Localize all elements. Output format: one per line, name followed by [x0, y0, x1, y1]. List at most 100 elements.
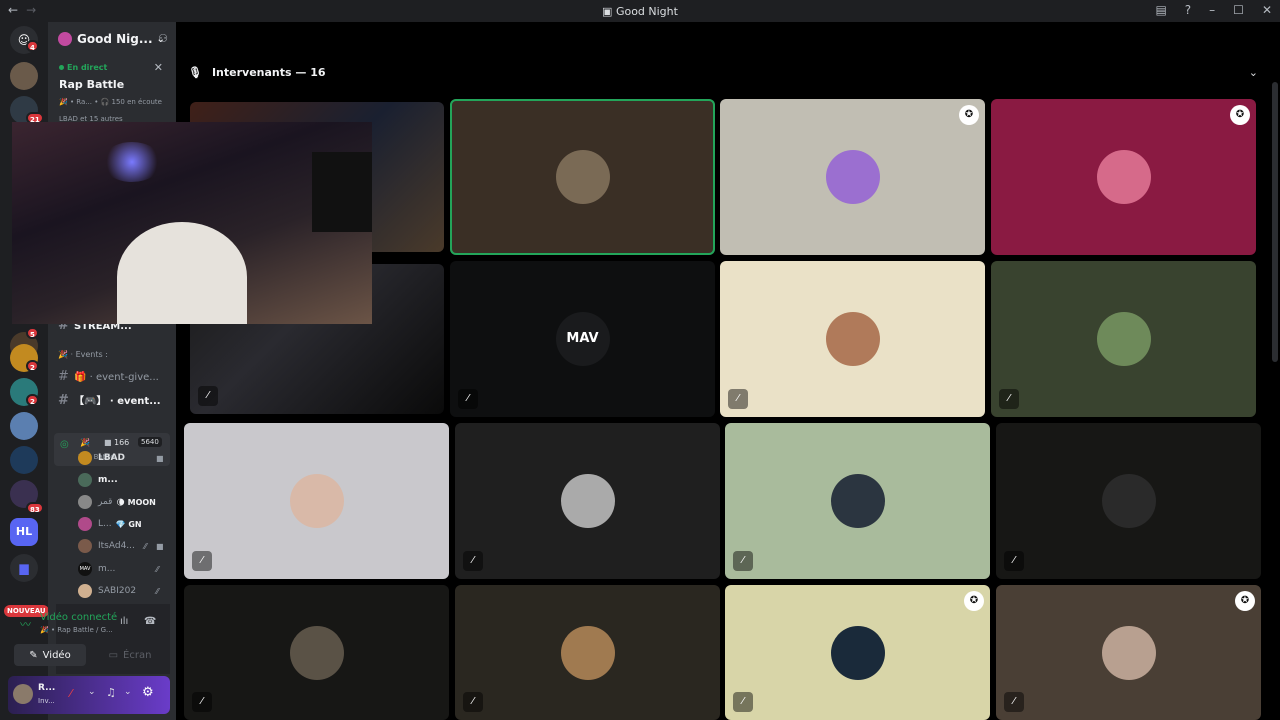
inbox-icon[interactable]: ▤	[1155, 3, 1166, 17]
voice-user-5[interactable]: MAV m... ⁄⁄	[78, 562, 159, 576]
picture-in-picture-stream[interactable]	[12, 122, 372, 324]
channel-event-give[interactable]: # 🎁 · event-give...	[58, 369, 159, 384]
server-badge-5: 5	[26, 327, 39, 339]
voice-user-1[interactable]: m...	[78, 473, 118, 487]
avatar	[289, 625, 344, 680]
moderator-shield-icon: ✪	[959, 105, 979, 125]
noise-suppression-icon[interactable]: ılı	[120, 616, 128, 627]
hash-icon: #	[58, 393, 69, 408]
disconnect-icon[interactable]: ☎	[144, 616, 156, 627]
participant-tile[interactable]: ✪	[720, 99, 985, 255]
server-icon-hl[interactable]: HL	[10, 518, 38, 546]
mic-muted-icon: ⁄	[733, 692, 753, 712]
streamer-figure	[117, 222, 247, 324]
scrollbar[interactable]	[1272, 82, 1278, 362]
voice-status[interactable]: Vidéo connecté	[40, 612, 117, 623]
server-badge-83: 83	[26, 502, 44, 514]
participant-tile[interactable]: ⁄	[455, 585, 720, 720]
active-channel-count2: 5640	[138, 437, 162, 447]
camera-icon: ■	[104, 438, 112, 447]
video-off-icon: ✎	[29, 649, 38, 661]
mic-muted-icon: ⁄	[192, 692, 212, 712]
category-events[interactable]: 🎉 · Events :	[58, 350, 108, 359]
stage-icon: ▣	[602, 5, 616, 18]
camera-icon: ■	[156, 541, 164, 551]
server-icon-1[interactable]	[10, 62, 38, 90]
hash-icon: #	[58, 369, 69, 384]
folder-icon[interactable]: ▆	[10, 554, 38, 582]
speakers-header: 🎙 Intervenants — 16	[188, 66, 326, 79]
mic-muted-icon[interactable]: ⁄	[70, 687, 72, 700]
participant-tile[interactable]: ⁄	[184, 585, 449, 720]
moderator-shield-icon: ✪	[1235, 591, 1255, 611]
channel-event-bracket[interactable]: # 【🎮】 · event...	[58, 392, 161, 408]
mic-muted-icon: ⁄	[1004, 551, 1024, 571]
close-window-button[interactable]: ✕	[1262, 3, 1272, 17]
avatar	[560, 474, 615, 528]
stage-title: Rap Battle	[59, 78, 125, 91]
video-button[interactable]: ✎ Vidéo	[14, 644, 86, 666]
avatar	[830, 625, 885, 680]
guild-header[interactable]: Good Nig... ⌄ ⚇	[48, 22, 176, 56]
server-icon-7[interactable]	[10, 446, 38, 474]
mic-muted-icon: ⁄	[728, 389, 748, 409]
guild-name: Good Nig...	[77, 32, 153, 46]
neon-light-decoration	[102, 142, 162, 182]
participant-tile[interactable]: ⁄	[725, 423, 990, 579]
avatar	[78, 473, 92, 487]
moderator-shield-icon: ✪	[1230, 105, 1250, 125]
close-icon[interactable]: ✕	[154, 61, 163, 74]
add-user-icon[interactable]: ⚇	[158, 32, 168, 45]
participant-tile[interactable]: ⁄	[184, 423, 449, 579]
chevron-down-icon[interactable]: ⌄	[124, 687, 132, 697]
minimize-button[interactable]: –	[1209, 3, 1215, 17]
avatar	[830, 474, 885, 528]
voice-user-2[interactable]: قمر 🌘 MOON	[78, 495, 156, 509]
avatar	[825, 150, 880, 204]
chevron-down-icon[interactable]: ⌄	[88, 687, 96, 697]
participant-tile[interactable]: ⁄	[991, 261, 1256, 417]
screen-share-button[interactable]: ▭ Écran	[92, 644, 168, 666]
voice-channel-path: 🎉 • Rap Battle / G...	[40, 626, 113, 634]
mentions-badge: 4	[26, 40, 39, 52]
active-channel-count: 166	[114, 438, 130, 447]
avatar: MAV	[555, 312, 610, 366]
participant-tile[interactable]: ✪ ⁄	[996, 585, 1261, 720]
participant-tile[interactable]: ✪ ⁄	[725, 585, 990, 720]
camera-icon: ■	[156, 453, 164, 463]
voice-user-3[interactable]: L... 💎 GN	[78, 517, 142, 531]
mic-muted-icon: ⁄	[999, 389, 1019, 409]
user-tag: 💎 GN	[115, 519, 142, 529]
participant-tile[interactable]	[450, 99, 715, 255]
headset-icon[interactable]: ♫	[106, 686, 116, 699]
title-bar: ← → ▣ Good Night ▤ ? – ☐ ✕	[0, 0, 1280, 22]
participant-tile[interactable]: ✪	[991, 99, 1256, 255]
avatar	[825, 312, 880, 366]
participant-tile[interactable]: ⁄	[720, 261, 985, 417]
participant-tile[interactable]: MAV ⁄	[450, 261, 715, 417]
window-controls: ▤ ? – ☐ ✕	[1155, 3, 1272, 17]
server-badge-2a: 2	[26, 360, 39, 372]
screen-icon: ▭	[108, 649, 119, 661]
avatar	[78, 451, 92, 465]
chevron-down-icon[interactable]: ⌄	[1249, 66, 1258, 79]
maximize-button[interactable]: ☐	[1233, 3, 1244, 17]
avatar	[78, 495, 92, 509]
gear-icon[interactable]: ⚙	[142, 685, 154, 700]
mic-muted-icon: ⁄⁄	[156, 586, 159, 596]
voice-user-6[interactable]: SABI202 ⁄⁄	[78, 584, 159, 598]
participant-tile[interactable]: ⁄	[996, 423, 1261, 579]
mic-muted-icon: ⁄	[198, 386, 218, 406]
mic-muted-icon: ⁄	[192, 551, 212, 571]
avatar	[78, 584, 92, 598]
avatar[interactable]	[13, 684, 33, 704]
help-icon[interactable]: ?	[1185, 3, 1191, 17]
voice-user-0[interactable]: LBAD ■	[78, 451, 164, 465]
microphone-icon: 🎙	[188, 66, 202, 79]
mic-muted-icon: ⁄⁄	[144, 541, 147, 551]
window-title: ▣ Good Night	[602, 5, 678, 18]
participant-tile[interactable]: ⁄	[455, 423, 720, 579]
avatar	[78, 539, 92, 553]
voice-user-4[interactable]: ItsAd4... ⁄⁄ ■	[78, 539, 164, 553]
server-icon-6[interactable]	[10, 412, 38, 440]
